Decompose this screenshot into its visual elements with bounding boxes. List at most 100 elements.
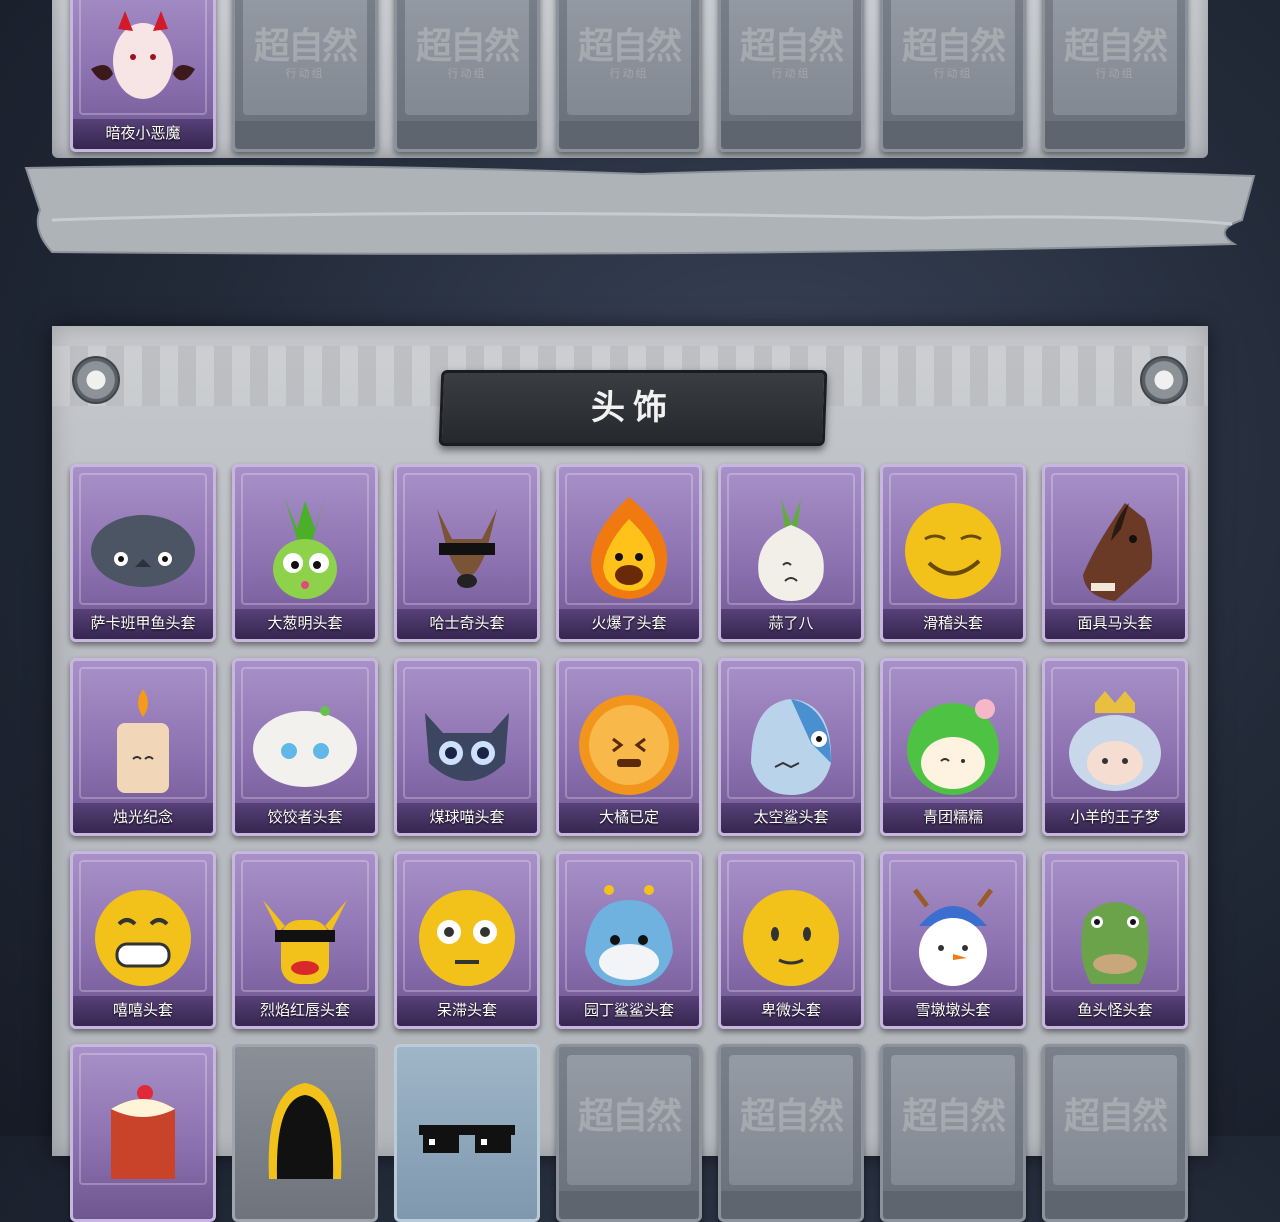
item-card[interactable]: 烛光纪念 xyxy=(70,658,216,836)
item-card[interactable]: 卑微头套 xyxy=(718,851,864,1029)
headwear-row-1: 萨卡班甲鱼头套 大葱明头套 哈士奇头套 火爆了头套 蒜了八 滑稽头套 面具马头套 xyxy=(70,464,1210,642)
top-item-row: 暗夜小恶魔 超自然 行动组 超自然 行动组 超自然 行动组 超自然 行动组 超自然 行动组… xyxy=(70,0,1210,152)
brand-watermark: 超自然 行动组 xyxy=(415,25,520,80)
item-card[interactable]: 太空鲨头套 xyxy=(718,658,864,836)
item-label: 煤球喵头套 xyxy=(397,803,537,833)
item-label: 烛光纪念 xyxy=(73,803,213,833)
brand-watermark: 超自然 行动组 xyxy=(901,25,1006,80)
pikachu-mask-icon xyxy=(263,900,347,984)
rivet-badge-left xyxy=(72,356,120,404)
item-card[interactable]: 滑稽头套 xyxy=(880,464,1026,642)
item-card-little-devil[interactable]: 暗夜小恶魔 xyxy=(70,0,216,152)
item-card[interactable]: 青团糯糯 xyxy=(880,658,1026,836)
item-label: 烈焰红唇头套 xyxy=(235,996,375,1026)
item-card[interactable]: 园丁鲨鲨头套 xyxy=(556,851,702,1029)
brand-watermark: 超自然 xyxy=(1063,1095,1168,1137)
item-card[interactable]: 呆滞头套 xyxy=(394,851,540,1029)
rivet-badge-right xyxy=(1140,356,1188,404)
locked-card[interactable]: 超自然 行动组 xyxy=(1042,0,1188,152)
item-label: 大橘已定 xyxy=(559,803,699,833)
item-label: 滑稽头套 xyxy=(883,609,1023,639)
item-card[interactable]: 鱼头怪头套 xyxy=(1042,851,1188,1029)
locked-card[interactable]: 超自然 xyxy=(718,1044,864,1222)
item-card[interactable] xyxy=(394,1044,540,1222)
astronaut-helmet-icon xyxy=(268,1083,342,1179)
orange-slice-icon xyxy=(579,695,679,795)
headwear-row-2: 烛光纪念 饺饺者头套 煤球喵头套 大橘已定 太空鲨头套 青团糯糯 小羊的王子梦 xyxy=(70,658,1210,836)
brand-watermark: 超自然 行动组 xyxy=(577,25,682,80)
flame-head-icon xyxy=(591,497,668,599)
fish-monster-icon xyxy=(1081,902,1149,984)
item-card[interactable]: 烈焰红唇头套 xyxy=(232,851,378,1029)
item-label: 嘻嘻头套 xyxy=(73,996,213,1026)
stunned-face-icon xyxy=(419,890,515,986)
horse-mask-icon xyxy=(1083,503,1153,601)
item-card[interactable]: 萨卡班甲鱼头套 xyxy=(70,464,216,642)
item-card[interactable]: 面具马头套 xyxy=(1042,464,1188,642)
candle-head-icon xyxy=(117,689,169,793)
item-card[interactable] xyxy=(70,1044,216,1222)
item-card[interactable]: 火爆了头套 xyxy=(556,464,702,642)
item-label: 呆滞头套 xyxy=(397,996,537,1026)
section-title: 头饰 xyxy=(591,388,675,428)
locked-card[interactable]: 超自然 行动组 xyxy=(880,0,1026,152)
locked-card[interactable]: 超自然 行动组 xyxy=(232,0,378,152)
item-label: 小羊的王子梦 xyxy=(1045,803,1185,833)
locked-card[interactable]: 超自然 xyxy=(556,1044,702,1222)
item-label: 哈士奇头套 xyxy=(397,609,537,639)
fish-head-icon xyxy=(91,515,195,587)
headwear-gallery-page: 暗夜小恶魔 超自然 行动组 超自然 行动组 超自然 行动组 超自然 行动组 超自然 行动组… xyxy=(0,0,1280,1222)
locked-card[interactable]: 超自然 行动组 xyxy=(718,0,864,152)
item-label: 饺饺者头套 xyxy=(235,803,375,833)
snowman-head-icon xyxy=(913,888,993,986)
scallion-head-icon xyxy=(273,497,337,599)
dumpling-head-icon xyxy=(253,706,357,787)
item-label: 卑微头套 xyxy=(721,996,861,1026)
pudding-head-icon xyxy=(111,1085,175,1179)
item-card[interactable]: 雪墩墩头套 xyxy=(880,851,1026,1029)
brand-watermark: 超自然 xyxy=(901,1095,1006,1137)
item-card[interactable] xyxy=(232,1044,378,1222)
item-label: 鱼头怪头套 xyxy=(1045,996,1185,1026)
item-label: 雪墩墩头套 xyxy=(883,996,1023,1026)
humble-face-icon xyxy=(743,890,839,986)
locked-card[interactable]: 超自然 xyxy=(880,1044,1026,1222)
item-card[interactable]: 哈士奇头套 xyxy=(394,464,540,642)
item-label: 萨卡班甲鱼头套 xyxy=(73,609,213,639)
headwear-row-3: 嘻嘻头套 烈焰红唇头套 呆滞头套 园丁鲨鲨头套 卑微头套 雪墩墩头套 鱼头怪头套 xyxy=(70,851,1210,1029)
locked-card[interactable]: 超自然 行动组 xyxy=(394,0,540,152)
sheep-prince-icon xyxy=(1069,691,1161,791)
grin-face-icon xyxy=(95,890,191,986)
item-card[interactable]: 饺饺者头套 xyxy=(232,658,378,836)
item-label: 大葱明头套 xyxy=(235,609,375,639)
brand-watermark: 超自然 行动组 xyxy=(1063,25,1168,80)
brand-watermark: 超自然 xyxy=(739,1095,844,1137)
item-card[interactable]: 大葱明头套 xyxy=(232,464,378,642)
item-label: 太空鲨头套 xyxy=(721,803,861,833)
item-label: 面具马头套 xyxy=(1045,609,1185,639)
brand-watermark: 超自然 xyxy=(577,1095,682,1137)
locked-card[interactable]: 超自然 行动组 xyxy=(556,0,702,152)
item-label: 园丁鲨鲨头套 xyxy=(559,996,699,1026)
husky-head-icon xyxy=(437,509,497,588)
garlic-head-icon xyxy=(758,499,824,601)
section-header-banner: 头饰 xyxy=(438,370,828,446)
item-label: 蒜了八 xyxy=(721,609,861,639)
locked-card[interactable]: 超自然 xyxy=(1042,1044,1188,1222)
item-label: 青团糯糯 xyxy=(883,803,1023,833)
brand-watermark: 超自然 行动组 xyxy=(253,25,358,80)
shark-head-icon xyxy=(751,699,832,795)
little-devil-icon xyxy=(91,11,195,99)
cat-head-icon xyxy=(425,713,509,781)
gardener-shark-icon xyxy=(585,885,673,986)
scroll-divider xyxy=(24,165,1256,255)
brand-watermark: 超自然 行动组 xyxy=(739,25,844,80)
rice-ball-icon xyxy=(907,699,999,795)
item-card[interactable]: 嘻嘻头套 xyxy=(70,851,216,1029)
item-card[interactable]: 小羊的王子梦 xyxy=(1042,658,1188,836)
item-card[interactable]: 大橘已定 xyxy=(556,658,702,836)
item-label: 暗夜小恶魔 xyxy=(73,119,213,149)
funny-face-icon xyxy=(905,503,1001,599)
item-card[interactable]: 蒜了八 xyxy=(718,464,864,642)
item-card[interactable]: 煤球喵头套 xyxy=(394,658,540,836)
